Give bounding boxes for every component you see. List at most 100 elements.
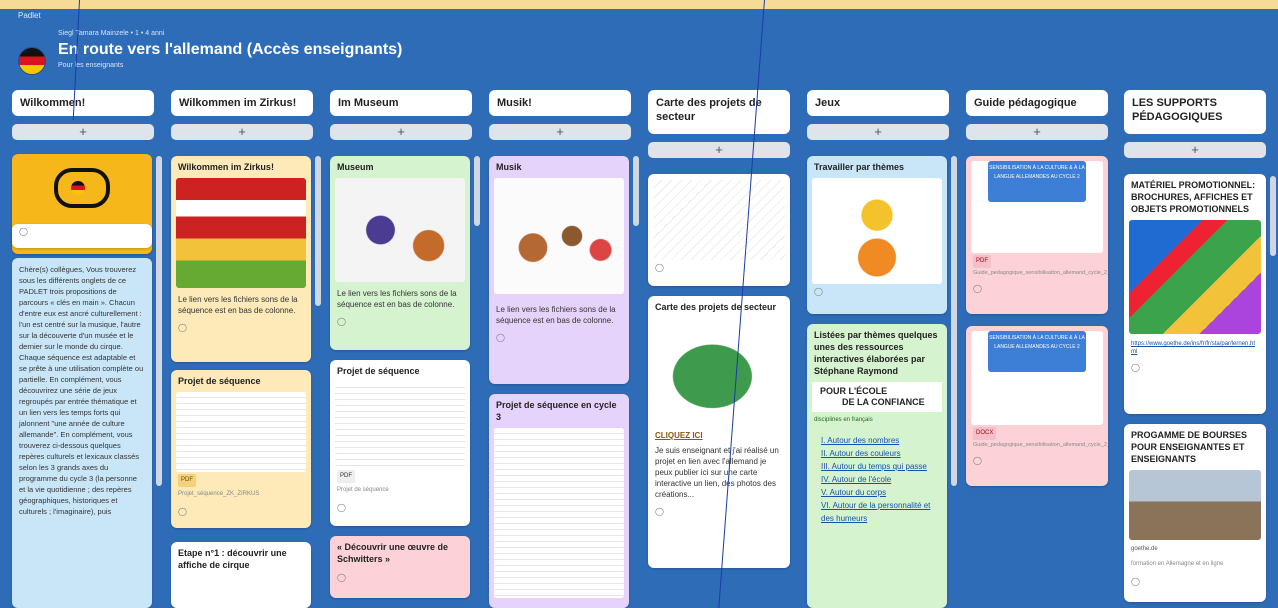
column-scrollbar[interactable] (156, 156, 162, 486)
card-logo-footer: ◯ (12, 224, 152, 248)
circus-image (176, 178, 306, 288)
add-post-button[interactable]: + (807, 124, 949, 140)
card-zirkus-projet[interactable]: Projet de séquence PDF Projet_séquence_Z… (171, 370, 311, 528)
card-supports-materiel[interactable]: MATÉRIEL PROMOTIONNEL: BROCHURES, AFFICH… (1124, 174, 1266, 414)
card-zirkus[interactable]: Wilkommen im Zirkus! Le lien vers les fi… (171, 156, 311, 362)
card-museum-projet[interactable]: Projet de séquence PDF Projet de séquenc… (330, 360, 470, 526)
card-musik-projet[interactable]: Projet de séquence en cycle 3 (489, 394, 629, 608)
resource-link[interactable]: II. Autour des couleurs (821, 447, 940, 460)
card-jeux-themes[interactable]: Travailler par thèmes ◯ (807, 156, 947, 314)
card-zirkus-etape[interactable]: Etape n°1 : découvrir une affiche de cir… (171, 542, 311, 608)
card-welcome-text[interactable]: Chère(s) collègues, Vous trouverez sous … (12, 258, 152, 608)
add-post-button[interactable]: + (1124, 142, 1266, 158)
add-post-button[interactable]: + (489, 124, 631, 140)
brochures-collage-image (1129, 220, 1261, 334)
file-type-badge: PDF (178, 474, 196, 487)
resource-link[interactable]: III. Autour du temps qui passe (821, 460, 940, 473)
card-carte-sketch[interactable]: ◯ (648, 174, 790, 286)
card-body: Le lien vers les fichiers sons de la séq… (178, 295, 298, 315)
card-museum-schwitters[interactable]: « Découvrir une œuvre de Schwitters » ◯ (330, 536, 470, 598)
add-post-button[interactable]: + (330, 124, 472, 140)
source-domain: goethe.de (1131, 546, 1158, 552)
column-title[interactable]: Musik! (489, 90, 631, 116)
column-zirkus: Wilkommen im Zirkus! + (171, 90, 313, 140)
card-body: formation en Allemagne et en ligne (1131, 561, 1224, 567)
card-title: Projet de séquence (337, 366, 420, 376)
column-title[interactable]: Carte des projets de secteur (648, 90, 790, 134)
course-logo-icon (54, 168, 110, 208)
add-post-button[interactable]: + (12, 124, 154, 140)
comment-icon[interactable]: ◯ (648, 504, 790, 519)
card-guide-docx[interactable]: SENSIBILISATION À LA CULTURE & À LA LANG… (966, 326, 1108, 486)
card-jeux-liste[interactable]: Listées par thèmes quelques unes des res… (807, 324, 947, 608)
comment-icon[interactable]: ◯ (171, 320, 311, 335)
resource-link[interactable]: VI. Autour de la personnalité et des hum… (821, 499, 940, 525)
comment-icon[interactable]: ◯ (12, 224, 152, 239)
column-supports: LES SUPPORTS PÉDAGOGIQUES + (1124, 90, 1266, 158)
column-carte: Carte des projets de secteur + (648, 90, 790, 158)
column-title[interactable]: Wilkommen im Zirkus! (171, 90, 313, 116)
comment-icon[interactable]: ◯ (330, 314, 470, 329)
resource-link[interactable]: V. Autour du corps (821, 486, 940, 499)
card-carte[interactable]: Carte des projets de secteur CLIQUEZ ICI… (648, 296, 790, 568)
comment-icon[interactable]: ◯ (489, 330, 629, 345)
file-type-badge: PDF (973, 255, 991, 268)
column-scrollbar[interactable] (633, 156, 639, 226)
card-title: Wilkommen im Zirkus! (178, 162, 274, 172)
card-title: Travailler par thèmes (814, 162, 905, 172)
banner-line-2: DE LA CONFIANCE (842, 397, 925, 407)
file-type-badge: PDF (337, 470, 355, 483)
comment-icon[interactable]: ◯ (1124, 574, 1266, 589)
column-title[interactable]: Guide pédagogique (966, 90, 1108, 116)
comment-icon[interactable]: ◯ (330, 500, 470, 515)
card-guide-pdf[interactable]: SENSIBILISATION À LA CULTURE & À LA LANG… (966, 156, 1108, 314)
goethe-link[interactable]: https://www.goethe.de/ins/fr/fr/sta/par/… (1124, 334, 1266, 360)
comment-icon[interactable]: ◯ (966, 453, 1108, 468)
add-post-button[interactable]: + (171, 124, 313, 140)
comment-icon[interactable]: ◯ (1124, 360, 1266, 375)
comment-icon[interactable]: ◯ (648, 260, 790, 275)
column-wilkommen: Wilkommen! + (12, 90, 154, 140)
card-title: PROGAMME DE BOURSES POUR ENSEIGNANTES ET… (1131, 430, 1248, 464)
column-title[interactable]: LES SUPPORTS PÉDAGOGIQUES (1124, 90, 1266, 134)
resource-link[interactable]: IV. Autour de l'école (821, 473, 940, 486)
guide-cover-image: SENSIBILISATION À LA CULTURE & À LA LANG… (971, 161, 1103, 253)
comment-icon[interactable]: ◯ (966, 281, 1108, 296)
file-type-badge: DOCX (973, 427, 997, 440)
map-image (653, 318, 785, 424)
board-header: Padlet Siegl Tamara Mainzele • 1 • 4 ann… (0, 9, 1278, 87)
card-title: Museum (337, 162, 374, 172)
resource-links: I. Autour des nombres II. Autour des cou… (807, 430, 947, 529)
column-title[interactable]: Jeux (807, 90, 949, 116)
click-here-link[interactable]: CLIQUEZ ICI (648, 424, 790, 445)
brand-logo[interactable]: Padlet (18, 11, 41, 20)
card-museum[interactable]: Museum Le lien vers les fichiers sons de… (330, 156, 470, 350)
resource-link[interactable]: I. Autour des nombres (821, 434, 940, 447)
column-scrollbar[interactable] (1270, 176, 1276, 256)
board-meta: Siegl Tamara Mainzele • 1 • 4 anni (58, 30, 165, 37)
museum-image (335, 178, 465, 282)
guide-cover-box: SENSIBILISATION À LA CULTURE & À LA LANG… (988, 161, 1086, 202)
themes-image (812, 178, 942, 284)
comment-icon[interactable]: ◯ (171, 504, 311, 519)
file-name: Projet de séquence (337, 487, 389, 493)
column-scrollbar[interactable] (315, 156, 321, 306)
comment-icon[interactable]: ◯ (330, 570, 470, 585)
sketch-image (653, 180, 785, 260)
column-title[interactable]: Im Museum (330, 90, 472, 116)
card-title: Etape n°1 : découvrir une affiche de cir… (178, 548, 287, 570)
column-jeux: Jeux + (807, 90, 949, 140)
card-title: MATÉRIEL PROMOTIONNEL: BROCHURES, AFFICH… (1131, 180, 1256, 214)
column-title[interactable]: Wilkommen! (12, 90, 154, 116)
column-scrollbar[interactable] (951, 156, 957, 486)
add-post-button[interactable]: + (648, 142, 790, 158)
add-post-button[interactable]: + (966, 124, 1108, 140)
card-body: Le lien vers les fichiers sons de la séq… (337, 289, 457, 309)
card-musik[interactable]: Musik Le lien vers les fichiers sons de … (489, 156, 629, 384)
column-scrollbar[interactable] (474, 156, 480, 226)
card-supports-bourses[interactable]: PROGAMME DE BOURSES POUR ENSEIGNANTES ET… (1124, 424, 1266, 602)
column-musik: Musik! + (489, 90, 631, 140)
comment-icon[interactable]: ◯ (807, 284, 947, 299)
padlet-board: Padlet Siegl Tamara Mainzele • 1 • 4 ann… (0, 0, 1278, 608)
column-guide: Guide pédagogique + (966, 90, 1108, 140)
